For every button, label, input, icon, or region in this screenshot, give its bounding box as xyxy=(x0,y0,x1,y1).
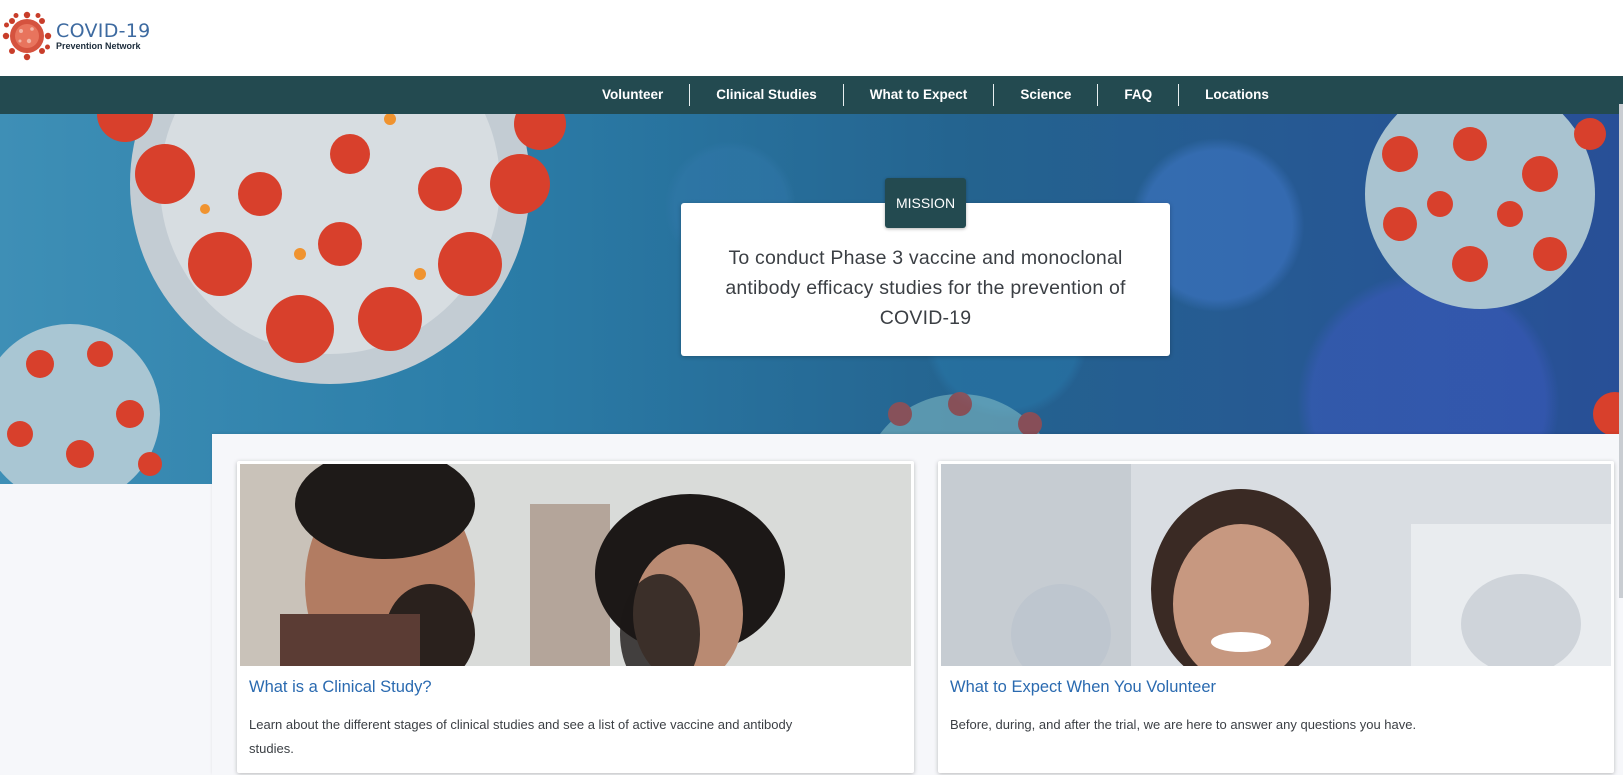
nav-item-faq[interactable]: FAQ xyxy=(1097,84,1178,106)
coronavirus-icon xyxy=(2,11,52,61)
page-scrollbar[interactable] xyxy=(1619,104,1623,598)
nav-item-what-to-expect[interactable]: What to Expect xyxy=(842,84,994,106)
mission-badge: MISSION xyxy=(885,178,966,228)
clinical-study-card[interactable]: What is a Clinical Study? Learn about th… xyxy=(237,461,914,773)
site-logo[interactable]: COVID-19 Prevention Network xyxy=(2,11,151,61)
nav-item-clinical-studies[interactable]: Clinical Studies xyxy=(689,84,843,106)
main-nav: Volunteer Clinical Studies What to Expec… xyxy=(0,76,1623,114)
what-to-expect-card[interactable]: What to Expect When You Volunteer Before… xyxy=(938,461,1614,773)
what-to-expect-title[interactable]: What to Expect When You Volunteer xyxy=(950,678,1216,697)
nav-item-volunteer[interactable]: Volunteer xyxy=(585,84,689,106)
clinical-study-description: Learn about the different stages of clin… xyxy=(249,717,793,756)
site-header: COVID-19 Prevention Network xyxy=(0,0,1623,76)
nav-item-locations[interactable]: Locations xyxy=(1178,84,1295,106)
what-to-expect-image xyxy=(941,464,1611,666)
mission-statement: To conduct Phase 3 vaccine and monoclona… xyxy=(725,247,1126,329)
what-to-expect-description: Before, during, and after the trial, we … xyxy=(950,717,1417,732)
clinical-study-title[interactable]: What is a Clinical Study? xyxy=(249,678,432,697)
nav-item-science[interactable]: Science xyxy=(993,84,1097,106)
logo-title: COVID-19 xyxy=(56,20,151,42)
clinical-study-image xyxy=(240,464,911,666)
logo-subtitle: Prevention Network xyxy=(56,41,141,51)
